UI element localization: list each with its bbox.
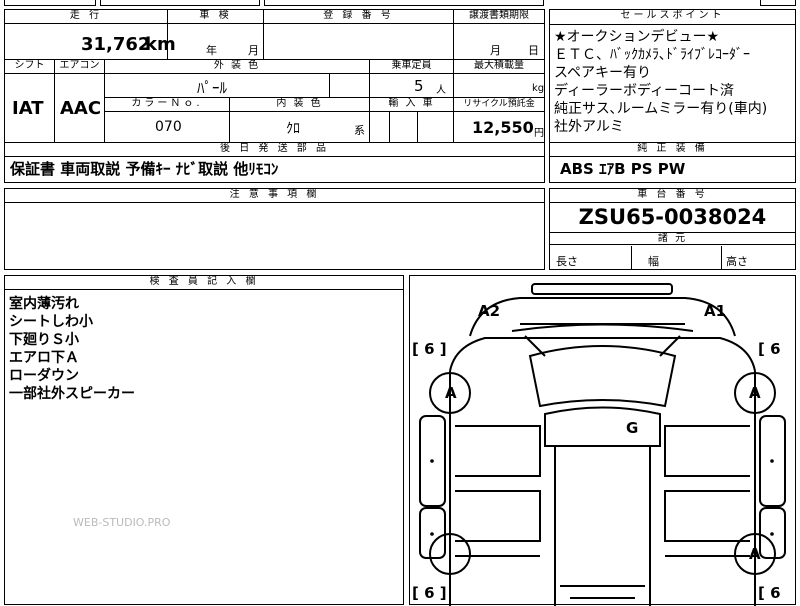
interior-color-cell: ｸﾛ 系 (230, 112, 370, 142)
registration-cell (264, 24, 454, 60)
top-strip (0, 0, 800, 6)
later-items-value: 保証書 車両取説 予備ｷｰ ﾅﾋﾞ取説 他ﾘﾓｺﾝ (10, 160, 279, 178)
inspector-line: シートしわ小 (9, 314, 93, 330)
shift-value: IAT (12, 98, 44, 119)
transfer-cell: 月 日 (454, 24, 544, 60)
selling-point-line: ディーラーボディーコート済 (554, 83, 735, 99)
spec-height-cell: 高さ (722, 246, 796, 270)
inspector-box: 検 査 員 記 入 欄 室内薄汚れ シートしわ小 下廻りＳ小 エアロ下Ａ ローダ… (4, 275, 404, 605)
mileage-value: 31,762 (81, 34, 151, 55)
genuine-label: 純 正 装 備 (550, 143, 795, 157)
label-g: G (626, 419, 638, 437)
transfer-label: 譲渡書類期限 (454, 10, 544, 24)
spec-length-label: 長さ (556, 255, 578, 268)
selling-points-box: セールスポイント ★オークションデビュー★ ＥＴＣ、ﾊﾞｯｸｶﾒﾗ､ﾄﾞﾗｲﾌﾞ… (549, 9, 796, 143)
selling-points-label: セールスポイント (550, 10, 795, 25)
label-wheel-fr: A (749, 384, 761, 402)
caution-label: 注 意 事 項 欄 (5, 189, 544, 203)
car-diagram-box: A2 A1 G A A A [ 6 ] [ 6 [ 6 ] [ 6 (409, 275, 796, 606)
shift-cell: IAT (5, 74, 55, 142)
recycle-cell: 12,550 円 (454, 112, 544, 142)
inspector-line: エアロ下Ａ (9, 350, 79, 366)
watermark: WEB-STUDIO.PRO (73, 516, 171, 529)
recycle-value: 12,550 (472, 118, 534, 137)
exterior-color-cell: ﾊﾟｰﾙ (105, 74, 330, 98)
vehicle-info-table: 走 行 車 検 登 録 番 号 譲渡書類期限 31,762 km 年 月 月 日… (4, 9, 545, 143)
chassis-value: ZSU65-0038024 (578, 205, 767, 229)
caution-box: 注 意 事 項 欄 (4, 188, 545, 270)
import-check-2 (390, 112, 418, 142)
aircon-value: AAC (60, 98, 102, 119)
shift-label: シフト (5, 60, 55, 74)
inspector-list: 室内薄汚れ シートしわ小 下廻りＳ小 エアロ下Ａ ローダウン 一部社外スピーカー (9, 295, 135, 403)
spec-height-label: 高さ (726, 255, 748, 268)
spec-width-label: 幅 (648, 255, 659, 268)
capacity-cell: 5 人 (370, 74, 454, 98)
selling-points-list: ★オークションデビュー★ ＥＴＣ、ﾊﾞｯｸｶﾒﾗ､ﾄﾞﾗｲﾌﾞﾚｺｰﾀﾞｰ スペ… (554, 28, 767, 136)
inspector-line: 一部社外スピーカー (9, 386, 135, 402)
later-items-box: 後 日 発 送 部 品 保証書 車両取説 予備ｷｰ ﾅﾋﾞ取説 他ﾘﾓｺﾝ (4, 143, 545, 183)
color-no-value: 070 (155, 119, 182, 135)
label-a2: A2 (478, 302, 500, 320)
aircon-cell: AAC (55, 74, 105, 142)
import-check-1 (370, 112, 390, 142)
capacity-label: 乗車定員 (370, 60, 454, 74)
inspection-cell: 年 月 (168, 24, 264, 60)
recycle-label: リサイクル預託金 (454, 98, 544, 112)
car-diagram: A2 A1 G A A A [ 6 ] [ 6 [ 6 ] [ 6 (412, 283, 786, 606)
max-load-label: 最大積載量 (454, 60, 544, 74)
capacity-value: 5 (414, 77, 424, 95)
spec-length-cell: 長さ (550, 246, 632, 270)
tread-depth-left-top: [ 6 ] (412, 340, 447, 358)
specs-header: 諸 元 (550, 232, 795, 245)
tread-depth-right-top: [ 6 (758, 340, 781, 358)
label-wheel-rr: A (749, 545, 761, 563)
later-items-label: 後 日 発 送 部 品 (5, 143, 544, 157)
genuine-box: 純 正 装 備 ABS ｴｱB PS PW (549, 143, 796, 183)
label-a1: A1 (704, 302, 726, 320)
inspector-line: 室内薄汚れ (9, 296, 79, 312)
exterior-color-value: ﾊﾟｰﾙ (197, 79, 228, 97)
mileage-cell: 31,762 km (5, 24, 176, 60)
tread-depth-left-bottom: [ 6 ] (412, 584, 447, 602)
color-no-cell: 070 (105, 112, 230, 142)
exterior-color-label: 外 装 色 (105, 60, 370, 74)
mileage-label: 走 行 (5, 10, 168, 24)
max-load-unit: kg (532, 83, 545, 94)
registration-label: 登 録 番 号 (264, 10, 454, 24)
aircon-label: エアコン (55, 60, 105, 74)
selling-point-line: 社外アルミ (554, 119, 624, 135)
inspector-label: 検 査 員 記 入 欄 (5, 276, 403, 290)
specs-label: 諸 元 (657, 233, 688, 244)
transfer-month: 月 (490, 44, 501, 57)
inspector-line: 下廻りＳ小 (9, 332, 79, 348)
tread-depth-right-bottom: [ 6 (758, 584, 781, 602)
inspector-line: ローダウン (9, 368, 79, 384)
label-wheel-fl: A (445, 384, 457, 402)
capacity-unit: 人 (436, 85, 446, 96)
selling-point-line: 純正サス､ルームミラー有り(車内) (554, 101, 768, 117)
recycle-unit: 円 (534, 128, 544, 139)
chassis-box: 車 台 番 号 ZSU65-0038024 諸 元 長さ 幅 高さ (549, 188, 796, 270)
genuine-value: ABS ｴｱB PS PW (560, 160, 686, 178)
interior-color-value: ｸﾛ (286, 121, 300, 137)
import-check-3 (418, 112, 454, 142)
selling-point-line: ＥＴＣ、ﾊﾞｯｸｶﾒﾗ､ﾄﾞﾗｲﾌﾞﾚｺｰﾀﾞｰ (554, 47, 750, 63)
inspection-year: 年 (206, 44, 217, 57)
chassis-label: 車 台 番 号 (550, 189, 795, 203)
max-load-cell: kg (454, 74, 544, 98)
selling-point-line: ★オークションデビュー★ (554, 29, 720, 45)
color-no-label: カラーＮｏ. (105, 98, 230, 112)
transfer-day: 日 (528, 44, 539, 57)
interior-color-suffix: 系 (354, 124, 365, 137)
selling-point-line: スペアキー有り (554, 65, 652, 81)
inspection-month: 月 (248, 44, 259, 57)
spec-width-cell: 幅 (632, 246, 722, 270)
exterior-color-extra (330, 74, 370, 98)
interior-color-label: 内 装 色 (230, 98, 370, 112)
import-label: 輸 入 車 (370, 98, 454, 112)
inspection-label: 車 検 (168, 10, 264, 24)
